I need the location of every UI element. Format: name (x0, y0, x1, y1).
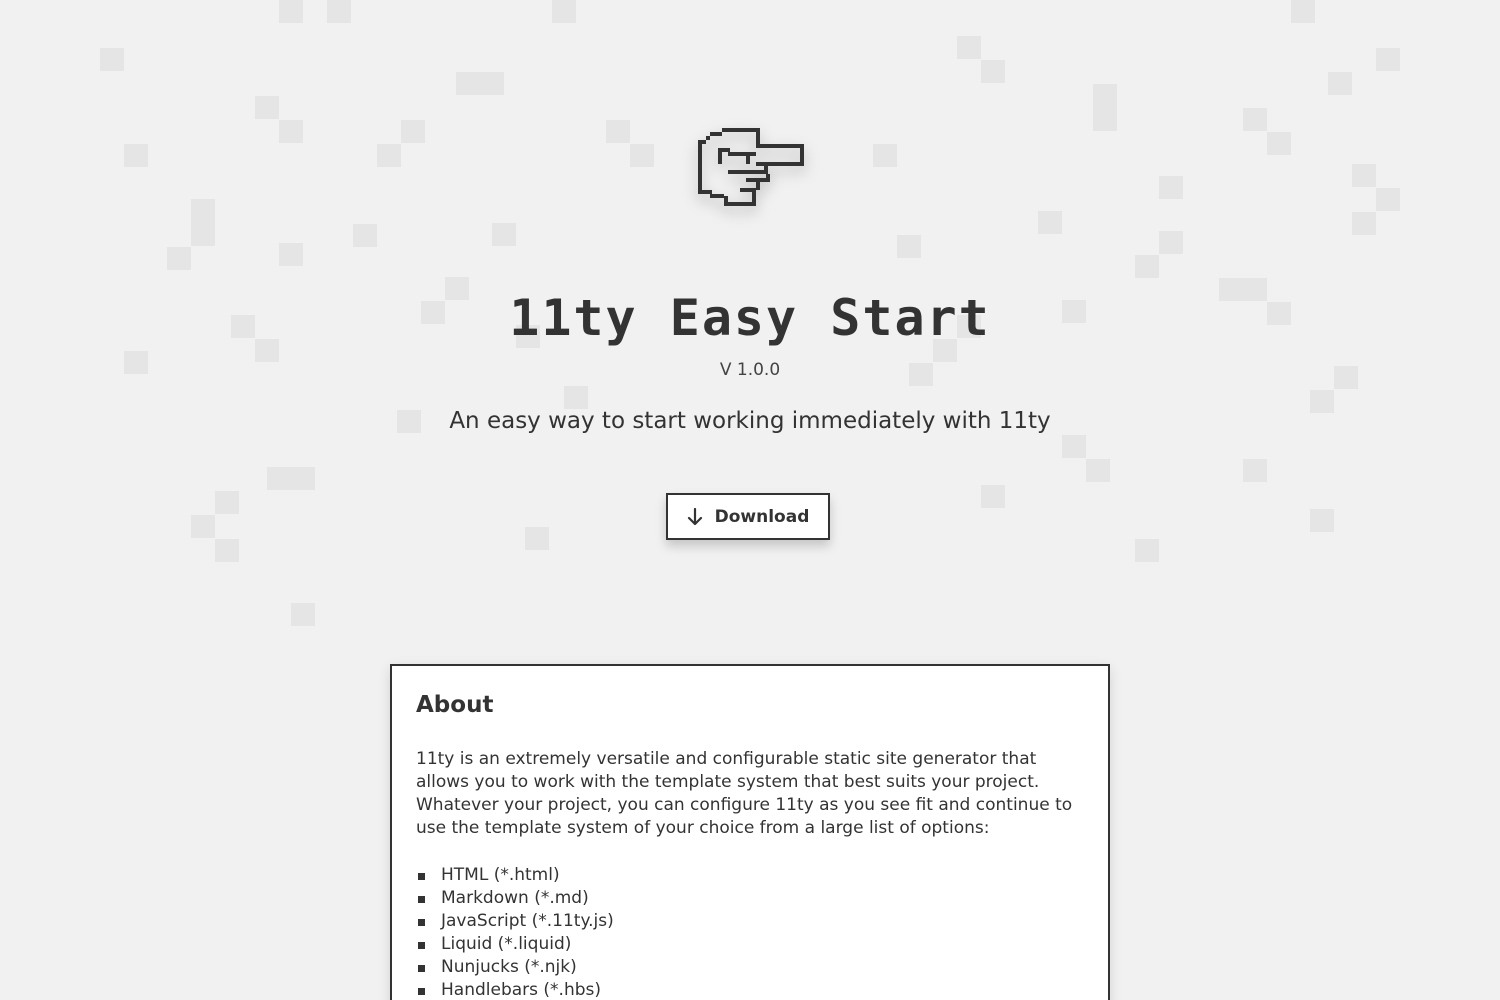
list-item-label: Nunjucks (*.njk) (441, 957, 577, 977)
bullet-icon (418, 919, 425, 926)
page: 11ty Easy Start V 1.0.0 An easy way to s… (0, 0, 1500, 1000)
list-item-label: Markdown (*.md) (441, 888, 589, 908)
bullet-icon (418, 942, 425, 949)
tagline: An easy way to start working immediately… (449, 408, 1051, 434)
list-item: Handlebars (*.hbs) (416, 979, 1084, 1000)
about-paragraph: 11ty is an extremely versatile and confi… (416, 749, 1073, 838)
list-item-label: Handlebars (*.hbs) (441, 980, 601, 1000)
list-item: Markdown (*.md) (416, 887, 1084, 910)
list-item: JavaScript (*.11ty.js) (416, 910, 1084, 933)
download-button[interactable]: Download (666, 493, 830, 540)
template-format-list: HTML (*.html) Markdown (*.md) JavaScript… (416, 864, 1084, 1000)
bullet-icon (418, 988, 425, 995)
about-card: About 11ty is an extremely versatile and… (390, 664, 1110, 1000)
list-item: Nunjucks (*.njk) (416, 956, 1084, 979)
bullet-icon (418, 896, 425, 903)
list-item-label: JavaScript (*.11ty.js) (441, 911, 614, 931)
pointing-hand-icon (696, 126, 806, 210)
bullet-icon (418, 965, 425, 972)
about-heading: About (416, 692, 494, 718)
bullet-icon (418, 873, 425, 880)
version-label: V 1.0.0 (719, 360, 781, 380)
list-item: HTML (*.html) (416, 864, 1084, 887)
hero: 11ty Easy Start V 1.0.0 An easy way to s… (0, 0, 1500, 640)
list-item-label: HTML (*.html) (441, 865, 560, 885)
arrow-down-icon (687, 507, 703, 526)
list-item-label: Liquid (*.liquid) (441, 934, 572, 954)
download-label: Download (714, 506, 810, 527)
list-item: Liquid (*.liquid) (416, 933, 1084, 956)
page-title: 11ty Easy Start (509, 289, 991, 347)
